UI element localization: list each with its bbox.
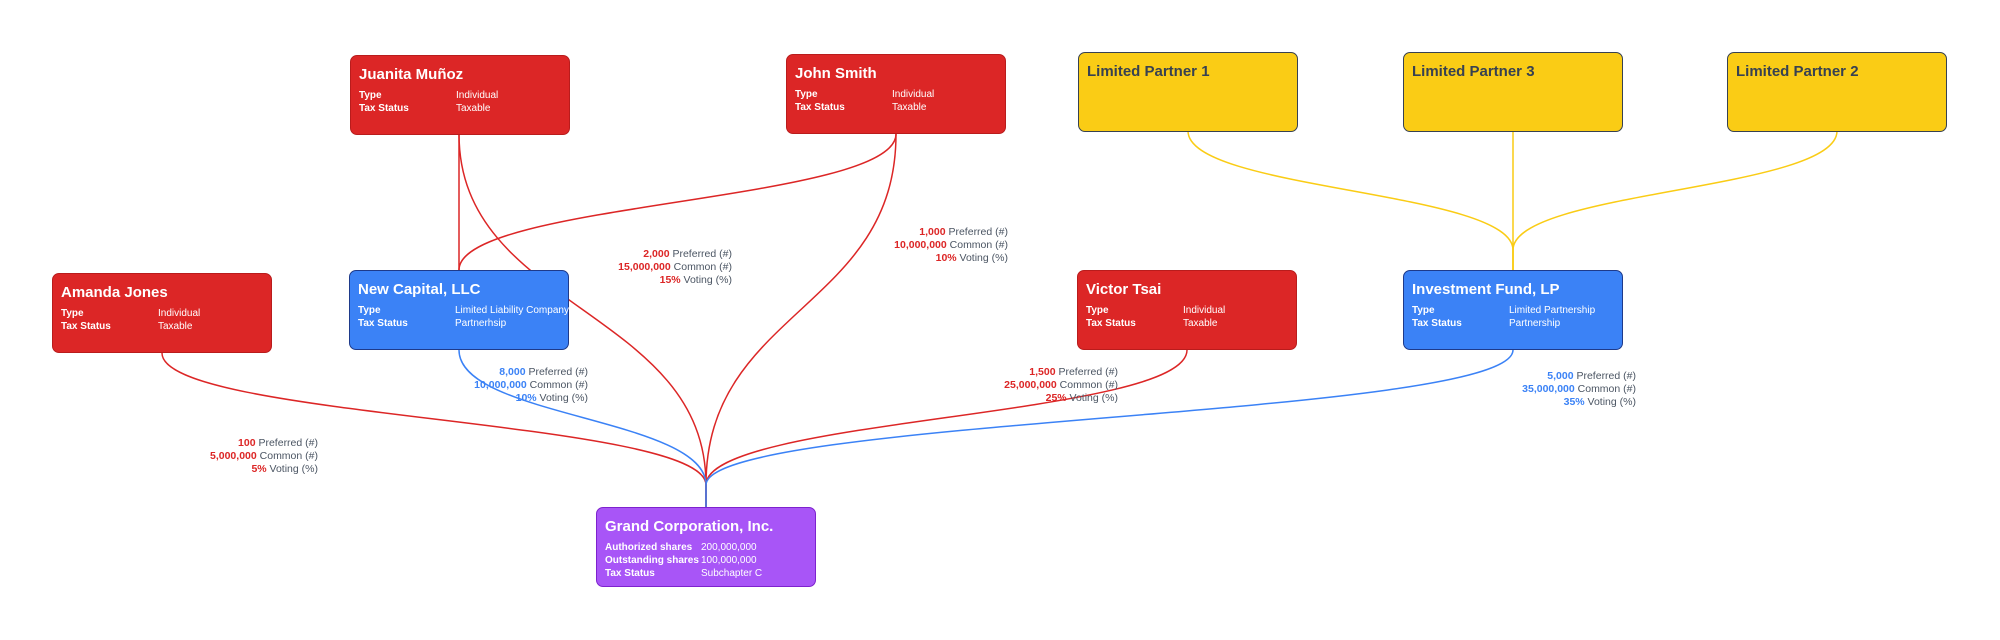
- field-label: Outstanding shares: [605, 555, 699, 566]
- holding-value: 25%: [1045, 392, 1067, 404]
- node-title: Limited Partner 3: [1412, 63, 1535, 80]
- holding-key: Voting (%): [1069, 392, 1118, 404]
- field-value: Taxable: [158, 321, 193, 332]
- field-label: Tax Status: [1412, 318, 1462, 329]
- field-label: Tax Status: [1086, 318, 1136, 329]
- field-label: Tax Status: [795, 102, 845, 113]
- field-label: Type: [358, 305, 381, 316]
- field-label: Type: [1086, 305, 1109, 316]
- holding-value: 15%: [659, 274, 681, 286]
- field-label: Tax Status: [605, 568, 655, 579]
- holding-value: 5%: [251, 463, 267, 475]
- field-label: Type: [1412, 305, 1435, 316]
- holding-value: 35%: [1563, 396, 1585, 408]
- field-label: Type: [61, 308, 84, 319]
- node-amanda-jones[interactable]: Amanda Jones Type Individual Tax Status Ta…: [52, 273, 272, 353]
- field-value: Individual: [456, 90, 499, 101]
- node-john-smith[interactable]: John Smith Type Individual Tax Status Taxa…: [786, 54, 1006, 134]
- holding-label-john: 1,000 Preferred (#) 10,000,000 Common (#…: [894, 226, 1008, 265]
- node-title: Victor Tsai: [1086, 281, 1162, 298]
- holding-value: 35,000,000: [1522, 383, 1575, 395]
- holding-value: 25,000,000: [1004, 379, 1057, 391]
- field-label: Authorized shares: [605, 542, 693, 553]
- node-title: Juanita Muñoz: [359, 66, 464, 83]
- node-juanita-munoz[interactable]: Juanita Muñoz Type Individual Tax Status T…: [350, 55, 570, 135]
- holding-key: Voting (%): [1587, 396, 1636, 408]
- holding-key: Voting (%): [539, 392, 588, 404]
- field-label: Type: [359, 90, 382, 101]
- node-limited-partner-1[interactable]: Limited Partner 1: [1078, 52, 1298, 132]
- holding-key: Preferred (#): [1058, 366, 1118, 378]
- holding-key: Preferred (#): [948, 226, 1008, 238]
- field-value: Limited Partnership: [1509, 305, 1596, 316]
- holding-key: Common (#): [673, 261, 732, 273]
- node-new-capital-llc[interactable]: New Capital, LLC Type Limited Liability C…: [349, 270, 569, 350]
- field-value: Taxable: [1183, 318, 1218, 329]
- field-value: Individual: [892, 89, 935, 100]
- edge-lp1-to-fund: [1187, 130, 1514, 270]
- field-value: 100,000,000: [701, 555, 757, 566]
- node-title: Limited Partner 1: [1087, 63, 1210, 80]
- node-title: Amanda Jones: [61, 284, 168, 301]
- holding-value: 1,500: [1029, 366, 1056, 378]
- holding-key: Common (#): [1577, 383, 1636, 395]
- holding-key: Voting (%): [959, 252, 1008, 264]
- node-limited-partner-2[interactable]: Limited Partner 2: [1727, 52, 1947, 132]
- holding-key: Preferred (#): [1576, 370, 1636, 382]
- holding-value: 10%: [935, 252, 957, 264]
- holding-key: Common (#): [1059, 379, 1118, 391]
- node-title: Investment Fund, LP: [1412, 281, 1560, 298]
- field-value: Taxable: [892, 102, 927, 113]
- holding-key: Preferred (#): [258, 437, 318, 449]
- holding-label-investment-fund: 5,000 Preferred (#) 35,000,000 Common (#…: [1522, 370, 1636, 409]
- field-value: Taxable: [456, 103, 491, 114]
- holding-value: 1,000: [919, 226, 946, 238]
- field-label: Tax Status: [61, 321, 111, 332]
- edge-john-to-grand: [705, 133, 897, 507]
- field-label: Type: [795, 89, 818, 100]
- holding-value: 5,000: [1547, 370, 1574, 382]
- holding-label-victor: 1,500 Preferred (#) 25,000,000 Common (#…: [1004, 366, 1118, 405]
- field-value: Partnerhsip: [455, 318, 507, 329]
- holding-value: 100: [238, 437, 256, 449]
- field-value: 200,000,000: [701, 542, 757, 553]
- node-title: New Capital, LLC: [358, 281, 481, 298]
- holding-value: 15,000,000: [618, 261, 671, 273]
- node-limited-partner-3[interactable]: Limited Partner 3: [1403, 52, 1623, 132]
- node-title: Limited Partner 2: [1736, 63, 1859, 80]
- holding-key: Voting (%): [683, 274, 732, 286]
- holding-value: 5,000,000: [210, 450, 257, 462]
- holding-label-juanita: 2,000 Preferred (#) 15,000,000 Common (#…: [618, 248, 732, 287]
- field-label: Tax Status: [359, 103, 409, 114]
- holding-key: Common (#): [949, 239, 1008, 251]
- holding-label-new-capital: 8,000 Preferred (#) 10,000,000 Common (#…: [474, 366, 588, 405]
- holding-key: Voting (%): [269, 463, 318, 475]
- holding-key: Common (#): [259, 450, 318, 462]
- field-value: Individual: [158, 308, 201, 319]
- node-victor-tsai[interactable]: Victor Tsai Type Individual Tax Status Tax…: [1077, 270, 1297, 350]
- field-value: Subchapter C: [701, 568, 763, 579]
- holding-key: Preferred (#): [672, 248, 732, 260]
- holding-value: 10%: [515, 392, 537, 404]
- field-label: Tax Status: [358, 318, 408, 329]
- holding-label-amanda: 100 Preferred (#) 5,000,000 Common (#) 5…: [210, 437, 318, 476]
- node-grand-corporation[interactable]: Grand Corporation, Inc. Authorized share…: [596, 507, 816, 587]
- holding-value: 8,000: [499, 366, 526, 378]
- node-title: John Smith: [795, 65, 877, 82]
- field-value: Partnership: [1509, 318, 1561, 329]
- holding-value: 10,000,000: [474, 379, 527, 391]
- holding-key: Common (#): [529, 379, 588, 391]
- field-value: Limited Liability Company: [455, 305, 569, 316]
- edge-lp2-to-fund: [1512, 130, 1838, 270]
- holding-key: Preferred (#): [528, 366, 588, 378]
- field-value: Individual: [1183, 305, 1226, 316]
- node-title: Grand Corporation, Inc.: [605, 518, 774, 535]
- holding-value: 10,000,000: [894, 239, 947, 251]
- node-investment-fund-lp[interactable]: Investment Fund, LP Type Limited Partners…: [1403, 270, 1623, 350]
- holding-value: 2,000: [643, 248, 670, 260]
